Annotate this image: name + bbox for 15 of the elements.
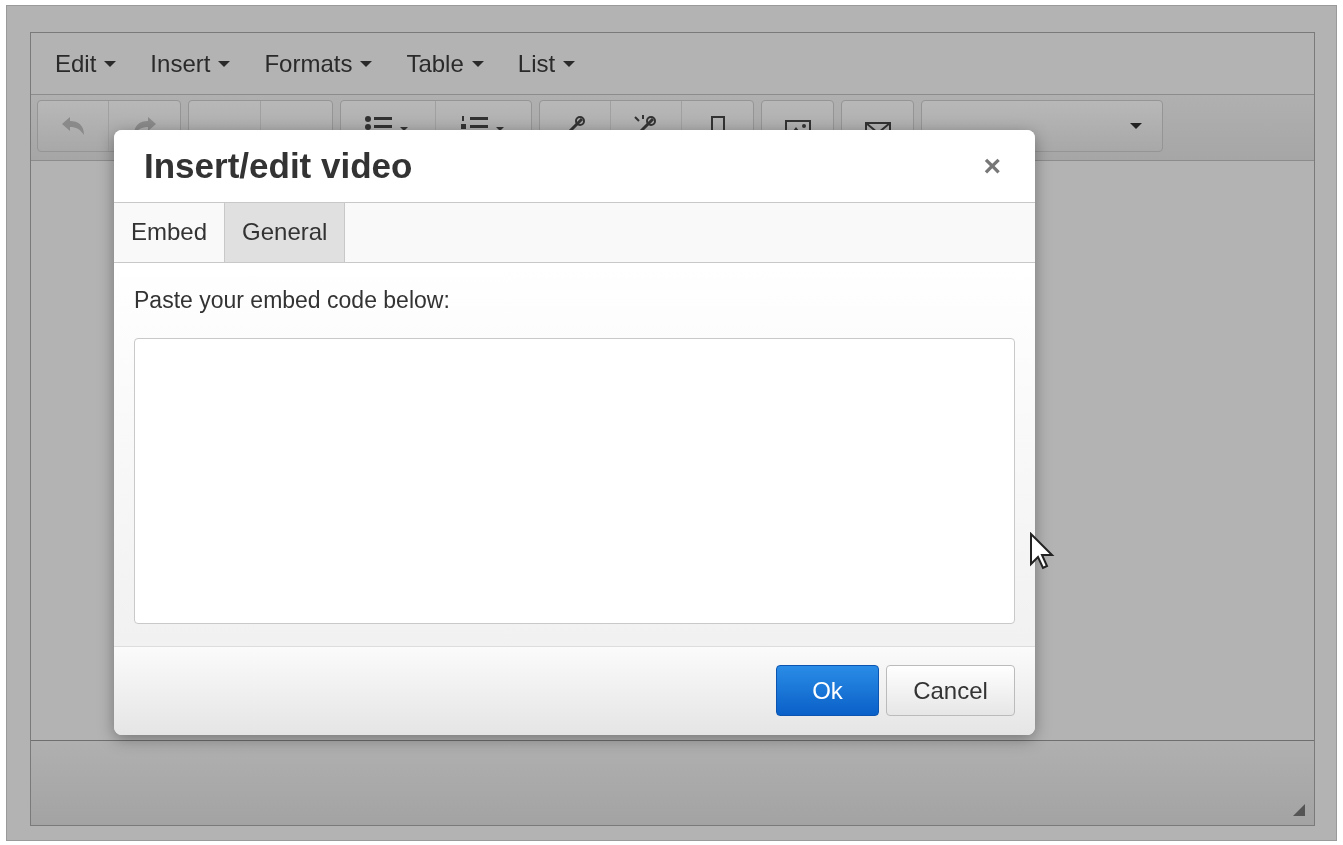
menu-item[interactable]: Table: [396, 43, 494, 84]
menu-item[interactable]: List: [507, 43, 586, 84]
dialog-title: Insert/edit video: [144, 145, 413, 186]
embed-code-field[interactable]: [134, 337, 1015, 624]
tab[interactable]: General: [225, 202, 346, 262]
menu-item[interactable]: Insert: [140, 43, 241, 84]
ok-button[interactable]: Ok: [776, 665, 879, 717]
field-label: Paste your embed code below:: [134, 286, 451, 314]
menu-item[interactable]: Formats: [254, 43, 383, 84]
resize-grip-icon[interactable]: [1292, 803, 1306, 817]
mouse-cursor-icon: [1029, 532, 1057, 572]
close-button[interactable]: ×: [975, 148, 1009, 183]
cancel-button[interactable]: Cancel: [886, 665, 1015, 717]
curved-arrow-left-icon: [60, 115, 86, 137]
menu-item[interactable]: Edit: [45, 43, 127, 84]
